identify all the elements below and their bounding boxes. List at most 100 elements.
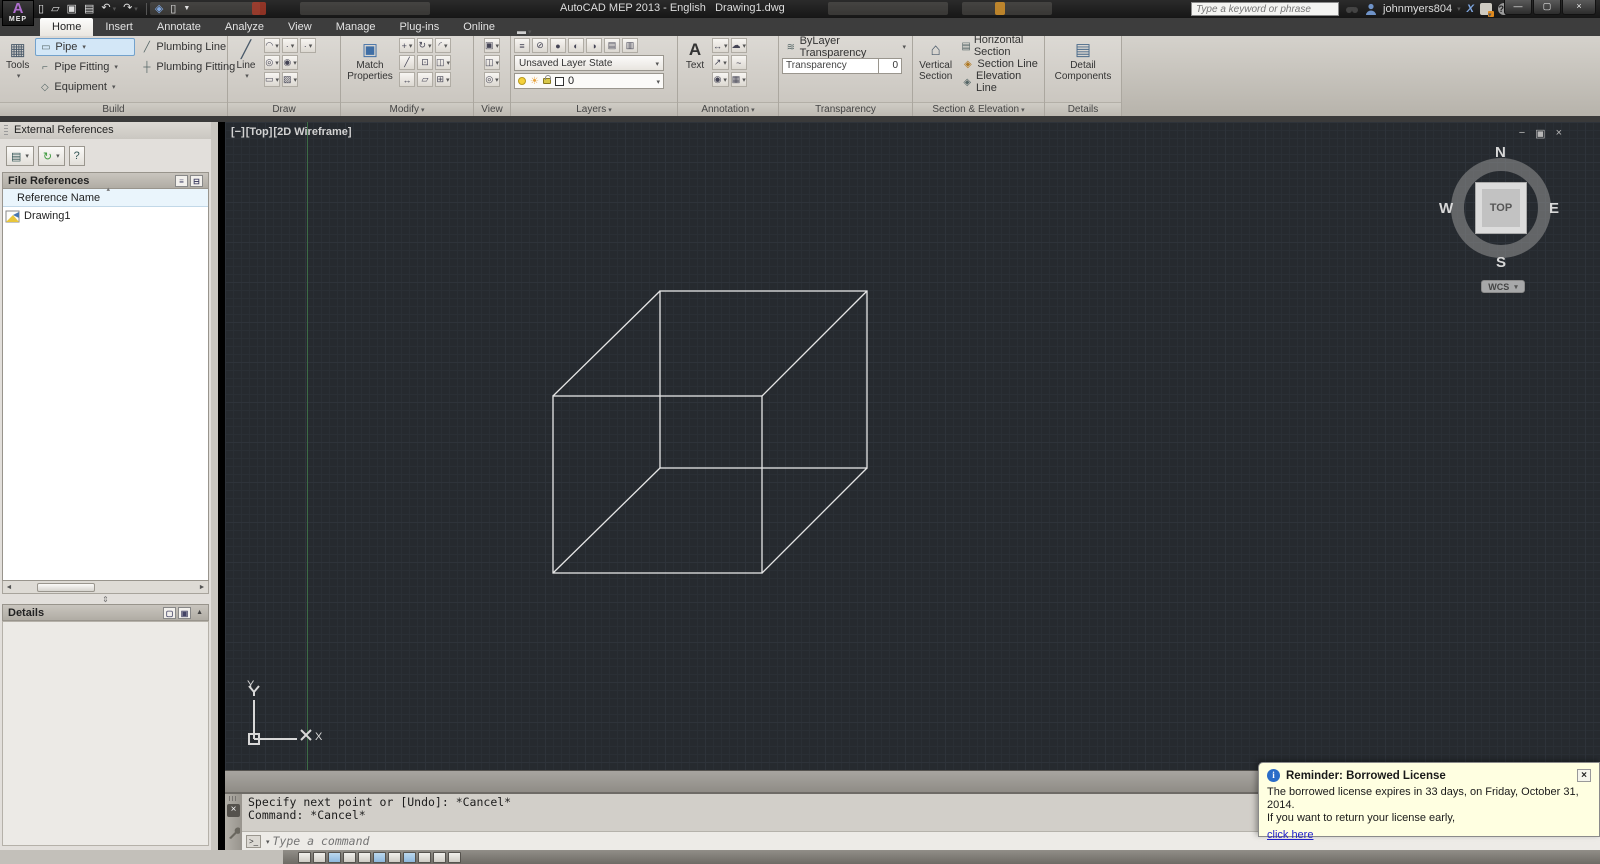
polar-toggle[interactable]	[358, 852, 371, 863]
mirror-button[interactable]: ◫	[435, 55, 452, 70]
close-button[interactable]: ×	[1562, 0, 1596, 15]
dimension-button[interactable]: ↔	[712, 38, 729, 53]
scroll-right-icon[interactable]: ►	[196, 584, 208, 591]
stretch-button[interactable]: ↔	[399, 72, 415, 87]
minimize-button[interactable]: —	[1504, 0, 1532, 15]
line-button[interactable]: ╱ Line	[231, 38, 261, 100]
redo-icon[interactable]: ↷	[121, 0, 140, 18]
column-header-reference-name[interactable]: Reference Name ▴	[3, 186, 208, 207]
match-properties-button[interactable]: ▣ Match Properties	[344, 38, 396, 100]
compass-north[interactable]: N	[1495, 144, 1506, 161]
workspace-icon[interactable]: ◈	[153, 1, 165, 17]
palette-help-button[interactable]: ?	[68, 146, 85, 166]
array-button[interactable]: ⊞	[435, 72, 452, 87]
new-icon[interactable]: ▯	[36, 1, 46, 17]
layer-isolate-button[interactable]: ◐	[568, 38, 584, 53]
viewport-minimize-control[interactable]: [−]	[231, 126, 245, 138]
list-view-icon[interactable]: ≡	[175, 174, 188, 187]
view-cube-button[interactable]: ▣	[483, 38, 501, 53]
transparency-toggle[interactable]	[448, 852, 461, 863]
tree-view-icon[interactable]: ⊟	[190, 174, 203, 187]
update-notification-icon[interactable]	[1480, 3, 1494, 17]
save-icon[interactable]: ▣	[65, 1, 79, 17]
layer-match-button[interactable]: ▥	[622, 38, 638, 53]
grid-toggle[interactable]	[328, 852, 341, 863]
sheet-set-icon[interactable]: ▯	[168, 1, 178, 17]
tab-view[interactable]: View	[276, 18, 324, 36]
scrollbar-thumb[interactable]	[37, 582, 95, 592]
customize-wrench-icon[interactable]	[227, 827, 240, 840]
scroll-left-icon[interactable]: ◄	[3, 584, 15, 591]
drawing-restore-icon[interactable]: ▣	[1535, 127, 1545, 140]
panel-label-details[interactable]: Details	[1045, 102, 1121, 116]
equipment-button[interactable]: ◇ Equipment	[35, 78, 135, 96]
viewcube[interactable]: N S W E TOP	[1437, 144, 1565, 292]
ortho-toggle[interactable]	[343, 852, 356, 863]
layer-current-button[interactable]: ▤	[604, 38, 620, 53]
file-row-drawing1[interactable]: Drawing1	[3, 207, 208, 225]
tab-manage[interactable]: Manage	[324, 18, 388, 36]
palette-title-bar[interactable]: External References	[0, 122, 211, 139]
point-button[interactable]: ·	[300, 38, 317, 53]
text-button[interactable]: A Text	[681, 38, 709, 100]
tab-plugins[interactable]: Plug-ins	[387, 18, 451, 36]
infer-constraints-toggle[interactable]	[298, 852, 311, 863]
rotate-button[interactable]: ↻	[417, 38, 433, 53]
drawing-close-icon[interactable]: ×	[1556, 127, 1562, 140]
viewport-view-control[interactable]: [Top]	[246, 126, 273, 138]
application-menu-button[interactable]: A MEP	[2, 0, 34, 26]
panel-label-annotation[interactable]: Annotation	[678, 102, 778, 116]
drawing-minimize-icon[interactable]: −	[1519, 127, 1525, 140]
panel-label-layers[interactable]: Layers	[511, 102, 677, 116]
move-button[interactable]: +	[399, 38, 415, 53]
ellipse-button[interactable]: ◉	[282, 55, 299, 70]
open-icon[interactable]: ▱	[49, 1, 61, 17]
attach-dwg-button[interactable]: ▤	[6, 146, 34, 166]
compass-west[interactable]: W	[1439, 200, 1453, 217]
elevation-line-button[interactable]: ◈ Elevation Line	[958, 70, 1041, 94]
ribbon-minimize-icon[interactable]: ▬	[517, 26, 532, 36]
exchange-apps-icon[interactable]: X	[1467, 3, 1474, 15]
fillet-button[interactable]: ◜	[435, 38, 452, 53]
plot-icon[interactable]: ▤	[82, 1, 96, 17]
tab-online[interactable]: Online	[451, 18, 507, 36]
search-binoculars-icon[interactable]	[1345, 3, 1359, 15]
qat-customize-icon[interactable]: ▼	[181, 1, 192, 17]
collapse-icon[interactable]: ▲	[196, 609, 203, 616]
layer-off-button[interactable]: ⊘	[532, 38, 548, 53]
detail-components-button[interactable]: ▤ Detail Components	[1051, 38, 1115, 100]
layer-freeze-button[interactable]: ●	[550, 38, 566, 53]
dyn-ucs-toggle[interactable]	[403, 852, 416, 863]
multileader-button[interactable]: ↗	[712, 55, 729, 70]
wcs-dropdown[interactable]: WCS	[1481, 280, 1525, 293]
command-grip-bar[interactable]: ×	[225, 794, 242, 850]
panel-label-view[interactable]: View	[474, 102, 510, 116]
palette-splitter[interactable]: ⇕	[0, 594, 211, 604]
view-interface-button[interactable]: ◫	[483, 55, 501, 70]
layer-unisolate-button[interactable]: ◑	[586, 38, 602, 53]
tab-analyze[interactable]: Analyze	[213, 18, 276, 36]
layer-dropdown[interactable]: ☀ 0	[514, 73, 664, 89]
pipe-fitting-button[interactable]: ⌐ Pipe Fitting	[35, 58, 135, 76]
pipe-button[interactable]: ▭ Pipe	[35, 38, 136, 56]
vertical-section-button[interactable]: ⌂ Vertical Section	[916, 38, 955, 100]
otrack-toggle[interactable]	[388, 852, 401, 863]
panel-label-section[interactable]: Section & Elevation	[913, 102, 1044, 116]
tab-home[interactable]: Home	[40, 18, 94, 36]
command-close-icon[interactable]: ×	[227, 804, 240, 817]
copy-button[interactable]: ⊡	[417, 55, 433, 70]
named-views-button[interactable]: ◎	[484, 72, 500, 87]
transparency-field[interactable]: Transparency 0	[782, 58, 902, 74]
viewcube-top-face[interactable]: TOP	[1475, 182, 1527, 234]
snap-toggle[interactable]	[313, 852, 326, 863]
osnap-toggle[interactable]	[373, 852, 386, 863]
tab-insert[interactable]: Insert	[93, 18, 145, 36]
panel-label-modify[interactable]: Modify	[341, 102, 473, 116]
tab-annotate[interactable]: Annotate	[145, 18, 213, 36]
hatch-button[interactable]: ▨	[282, 72, 299, 87]
compass-east[interactable]: E	[1549, 200, 1559, 217]
polyline-button[interactable]: ·	[282, 38, 299, 53]
arc-button[interactable]: ◠	[264, 38, 281, 53]
revision-cloud-button[interactable]: ☁	[730, 38, 748, 53]
table-button[interactable]: ▦	[730, 72, 748, 87]
